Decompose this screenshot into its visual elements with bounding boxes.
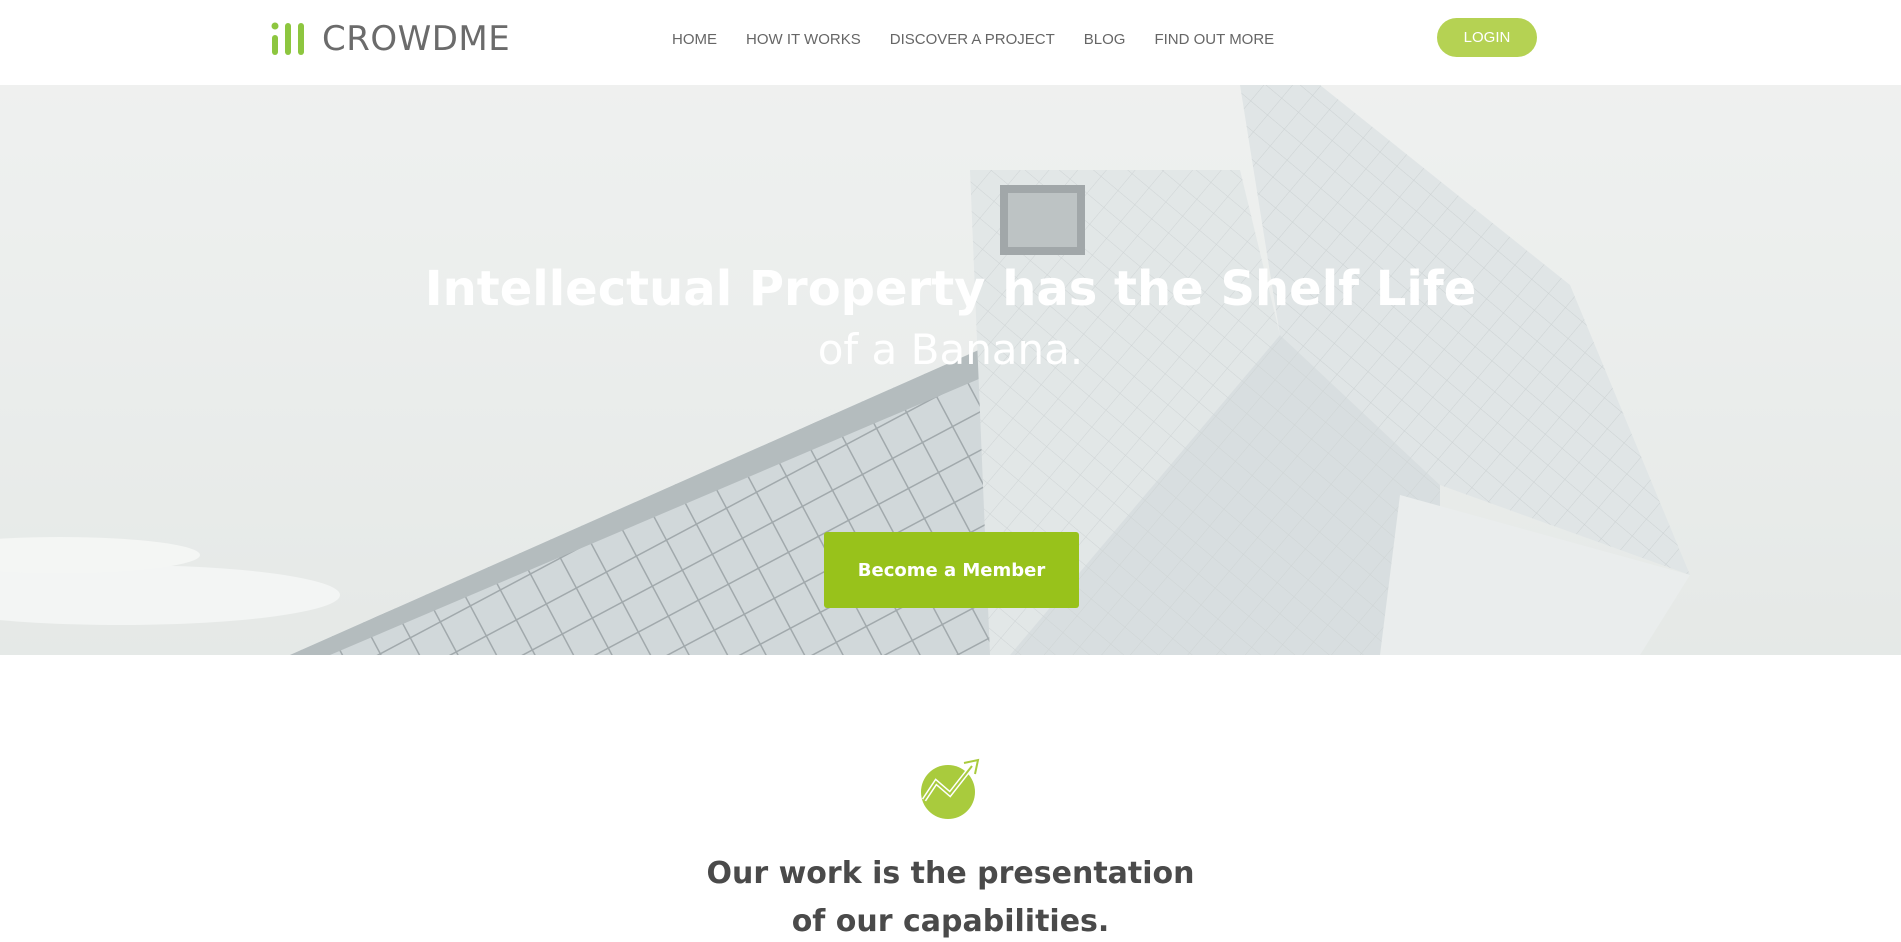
login-button[interactable]: LOGIN [1437, 18, 1537, 57]
section-title: Our work is the presentation of our capa… [0, 850, 1901, 942]
bars-logo-icon [271, 22, 304, 55]
hero-banner: Intellectual Property has the Shelf Life… [0, 85, 1901, 655]
logo[interactable]: CROWDME [270, 18, 510, 60]
hero-title: Intellectual Property has the Shelf Life [424, 261, 1477, 317]
main-nav: HOME HOW IT WORKS DISCOVER A PROJECT BLO… [672, 30, 1303, 50]
nav-find-out-more[interactable]: FIND OUT MORE [1154, 30, 1274, 50]
nav-how-it-works[interactable]: HOW IT WORKS [746, 30, 861, 50]
section-title-line1: Our work is the presentation [706, 856, 1195, 891]
growth-chart-icon [921, 758, 980, 819]
become-member-button[interactable]: Become a Member [824, 532, 1079, 608]
nav-home[interactable]: HOME [672, 30, 717, 50]
site-header: CROWDME HOME HOW IT WORKS DISCOVER A PRO… [0, 0, 1901, 85]
nav-blog[interactable]: BLOG [1084, 30, 1126, 50]
nav-discover-project[interactable]: DISCOVER A PROJECT [890, 30, 1055, 50]
logo-text: CROWDME [322, 19, 511, 59]
hero-subtitle: of a Banana. [817, 325, 1084, 374]
section-title-line2: of our capabilities. [791, 904, 1110, 939]
